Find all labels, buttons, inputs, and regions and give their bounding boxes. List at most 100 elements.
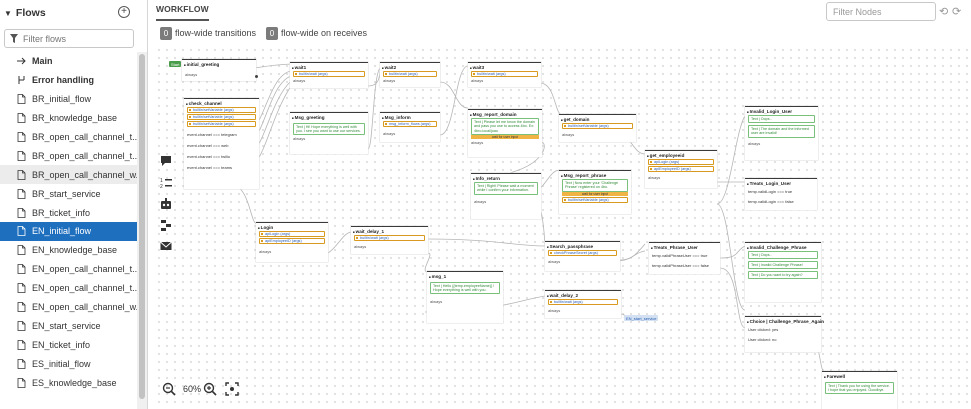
choice-option-yes[interactable]: User clicked: yes bbox=[745, 324, 821, 332]
node-msg-report-phrase[interactable]: Msg_report_phrase Text | Now enter your … bbox=[559, 170, 631, 214]
router-tool-icon[interactable] bbox=[159, 218, 173, 232]
text-content[interactable]: Text | Thank you for using the service. … bbox=[825, 381, 894, 395]
node-wait1[interactable]: wait1 builtin/wait (args) always bbox=[290, 62, 368, 88]
node-msg-1[interactable]: msg_1 Text | Hello {{temp.employeeName}}… bbox=[427, 271, 503, 323]
node-get-employeeid[interactable]: get_employeeid apiLogin (args) apiEmploy… bbox=[645, 150, 717, 188]
flow-item[interactable]: BR_start_service bbox=[0, 184, 137, 203]
flow-item[interactable]: EN_start_service bbox=[0, 316, 137, 335]
transition-row: always bbox=[354, 243, 367, 249]
action-chip[interactable]: builtin/wait (args) bbox=[471, 70, 538, 77]
text-content[interactable]: Text | Invalid Challenge Phrase! bbox=[748, 260, 818, 270]
flow-item[interactable]: ES_knowledge_base bbox=[0, 373, 137, 392]
node-login[interactable]: Login apiLogin (args) apiEmployeeID (arg… bbox=[256, 222, 328, 262]
text-content[interactable]: Text | Hello {{temp.employeeName}} ! Hop… bbox=[430, 281, 500, 295]
zoom-out-icon[interactable] bbox=[162, 382, 176, 396]
node-farewell[interactable]: Farewell Text | Thank you for using the … bbox=[822, 371, 897, 409]
flow-item-label: Main bbox=[32, 56, 53, 67]
robot-tool-icon[interactable] bbox=[159, 197, 173, 211]
flow-item[interactable]: EN_initial_flow bbox=[0, 222, 137, 241]
redo-icon[interactable]: ⟳ bbox=[952, 5, 961, 18]
email-tool-icon[interactable] bbox=[159, 239, 173, 253]
filter-nodes-input[interactable]: Filter Nodes bbox=[826, 2, 936, 21]
action-chip[interactable]: builtin/setVariable (args) bbox=[562, 197, 628, 203]
flow-item[interactable]: BR_open_call_channel_w... bbox=[0, 165, 137, 185]
action-chip[interactable]: msg_inform_flows (args) bbox=[383, 120, 437, 127]
text-content[interactable]: Text | Do you want to try again? bbox=[748, 270, 818, 280]
text-content[interactable]: Text | The domain and the informed user … bbox=[748, 124, 815, 138]
action-chip[interactable]: builtin/setVariable (args) bbox=[562, 122, 633, 129]
node-info-return[interactable]: Info_return Text | Right! Please wait a … bbox=[471, 173, 541, 219]
node-msg-greeting[interactable]: Msg_greeting Text | Hi! Hope everything … bbox=[290, 112, 368, 154]
node-title: wait3 bbox=[468, 63, 541, 70]
node-invalid-challenge-phrase[interactable]: Invalid_Challenge_Phrase Text | Oops.. T… bbox=[745, 242, 821, 302]
text-content[interactable]: Text | Right! Please wait a moment while… bbox=[474, 182, 538, 195]
flow-item[interactable]: ES_initial_flow bbox=[0, 354, 137, 373]
node-wait-delay-1[interactable]: wait_delay_1 builtin/wait (args) always bbox=[351, 226, 428, 254]
transition-row: always bbox=[293, 77, 306, 83]
flow-wide-transitions-link[interactable]: flow-wide transitions bbox=[175, 28, 256, 38]
text-content[interactable]: Text | Hi! Hope everything is well with … bbox=[293, 122, 365, 136]
flow-item[interactable]: BR_open_call_channel_t... bbox=[0, 128, 137, 147]
undo-icon[interactable]: ⟲ bbox=[939, 5, 948, 18]
flow-item[interactable]: EN_open_call_channel_t... bbox=[0, 260, 137, 279]
tab-workflow[interactable]: WORKFLOW bbox=[156, 4, 209, 14]
action-chip[interactable]: builtin/setVariable (args) bbox=[187, 106, 256, 113]
text-content[interactable]: Text | Now enter your 'Challenge Phrase'… bbox=[562, 179, 628, 192]
action-chip[interactable]: apiLogin (args) bbox=[259, 230, 325, 237]
action-chip[interactable]: builtin/wait (args) bbox=[354, 234, 425, 241]
flow-item[interactable]: EN_open_call_channel_t... bbox=[0, 279, 137, 298]
action-chip[interactable]: apiEmployeeID (args) bbox=[259, 237, 325, 244]
text-content[interactable]: Text | Please let me know the domain and… bbox=[471, 118, 539, 136]
node-treats-phrase-user[interactable]: Treats_Phrase_User temp.validPhraseUser … bbox=[649, 242, 720, 274]
sidebar-scrollbar-thumb[interactable] bbox=[139, 54, 145, 399]
node-wait-delay-2[interactable]: wait_delay_2 builtin/wait (args) always bbox=[545, 290, 621, 318]
flow-wide-receives-link[interactable]: flow-wide on receives bbox=[281, 28, 367, 38]
node-check-channel[interactable]: check_channel builtin/setVariable (args)… bbox=[184, 98, 259, 189]
node-msg-report-domain[interactable]: Msg_report_domain Text | Please let me k… bbox=[468, 109, 542, 157]
collapse-caret-icon[interactable]: ▼ bbox=[4, 9, 12, 18]
text-content[interactable]: Text | Oops.. bbox=[748, 115, 815, 124]
flow-item[interactable]: BR_initial_flow bbox=[0, 90, 137, 109]
action-chip[interactable]: builtin/wait (args) bbox=[293, 70, 365, 77]
choice-option-no[interactable]: User clicked: no bbox=[745, 332, 821, 342]
fit-view-icon[interactable] bbox=[225, 382, 239, 396]
filter-flows-field[interactable] bbox=[4, 29, 134, 48]
node-get-domain[interactable]: get_domain builtin/setVariable (args) al… bbox=[559, 114, 636, 142]
action-chip[interactable]: apiLogin (args) bbox=[648, 158, 714, 165]
node-wait2[interactable]: wait2 builtin/wait (args) always bbox=[380, 62, 440, 87]
node-treats-login-user[interactable]: Treats_Login_User temp.validLogin === tr… bbox=[745, 178, 817, 210]
action-chip[interactable]: builtin/setVariable (args) bbox=[187, 113, 256, 120]
node-port[interactable] bbox=[254, 75, 258, 78]
flow-item[interactable]: Main bbox=[0, 52, 137, 71]
action-chip[interactable]: builtin/setVariable (args) bbox=[187, 121, 256, 128]
node-search-passphrase[interactable]: Search_passphrase checkPhraseSecret (arg… bbox=[545, 241, 620, 271]
flow-item[interactable]: EN_ticket_info bbox=[0, 335, 137, 354]
flow-item[interactable]: BR_ticket_info bbox=[0, 203, 137, 222]
action-chip[interactable]: checkPhraseSecret (args) bbox=[548, 249, 617, 256]
action-chip[interactable]: builtin/wait (args) bbox=[383, 70, 437, 77]
workflow-canvas[interactable]: Start EN_start_service initial_greeting … bbox=[155, 46, 971, 409]
flow-item[interactable]: BR_open_call_channel_t... bbox=[0, 146, 137, 165]
file-icon bbox=[17, 226, 26, 237]
flow-item[interactable]: Error handling bbox=[0, 71, 137, 90]
choice-list-tool-icon[interactable]: 12 bbox=[159, 176, 173, 190]
flow-item[interactable]: EN_open_call_channel_w... bbox=[0, 298, 137, 317]
node-choice-challenge-phrase-again[interactable]: Choice | Challenge_Phrase_Again User cli… bbox=[745, 316, 824, 352]
transition-row: always bbox=[648, 174, 661, 180]
zoom-in-icon[interactable] bbox=[203, 382, 217, 396]
filter-flows-input[interactable] bbox=[23, 33, 128, 44]
add-flow-icon[interactable]: + bbox=[118, 6, 130, 18]
node-msg-inform[interactable]: Msg_inform msg_inform_flows (args) alway… bbox=[380, 112, 440, 142]
text-content[interactable]: Text | Oops.. bbox=[748, 251, 818, 260]
node-wait3[interactable]: wait3 builtin/wait (args) always bbox=[468, 62, 541, 87]
flows-header[interactable]: ▼ Flows + bbox=[0, 0, 148, 26]
say-something-tool-icon[interactable] bbox=[159, 154, 173, 168]
flow-item[interactable]: EN_knowledge_base bbox=[0, 241, 137, 260]
flow-item-label: ES_knowledge_base bbox=[32, 377, 117, 388]
flow-item[interactable]: BR_knowledge_base bbox=[0, 109, 137, 128]
subflow-tag[interactable]: EN_start_service bbox=[624, 315, 659, 321]
action-chip[interactable]: builtin/wait (args) bbox=[548, 298, 618, 305]
node-invalid-login-user[interactable]: Invalid_Login_User Text | Oops.. Text | … bbox=[745, 106, 818, 160]
node-initial-greeting[interactable]: initial_greeting always bbox=[182, 59, 258, 81]
action-chip[interactable]: apiEmployeeID (args) bbox=[648, 165, 714, 172]
